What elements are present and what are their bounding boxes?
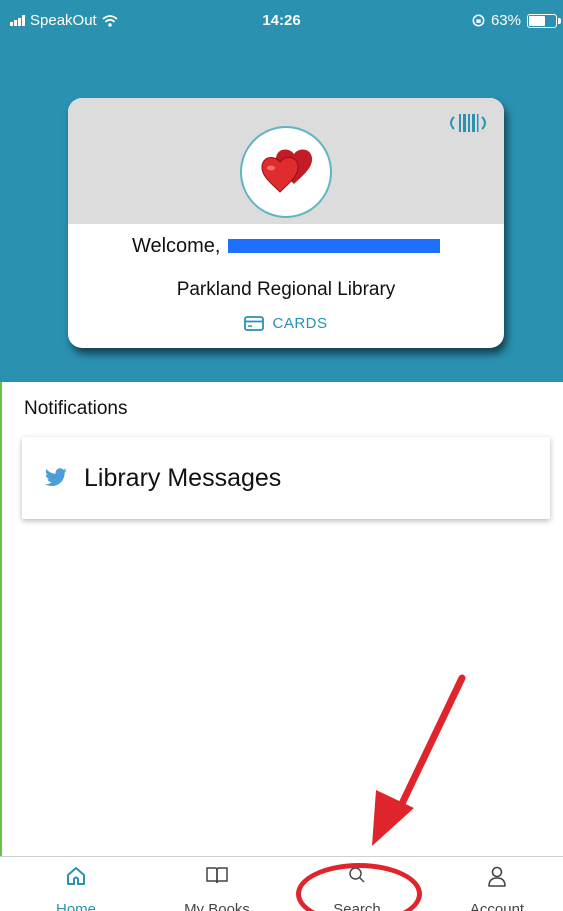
person-icon bbox=[483, 866, 511, 890]
red-arrow-annotation bbox=[372, 674, 466, 846]
tab-home[interactable]: Home bbox=[6, 857, 146, 911]
tab-home-label: Home bbox=[55, 901, 96, 911]
book-icon bbox=[203, 866, 231, 890]
tab-account[interactable]: Account bbox=[427, 857, 563, 911]
tab-bar: Home My Books Search Account bbox=[0, 856, 563, 911]
home-icon bbox=[62, 866, 90, 890]
tab-account-label: Account bbox=[469, 901, 525, 911]
tab-my-books-label: My Books bbox=[184, 901, 250, 911]
tab-my-books[interactable]: My Books bbox=[147, 857, 287, 911]
